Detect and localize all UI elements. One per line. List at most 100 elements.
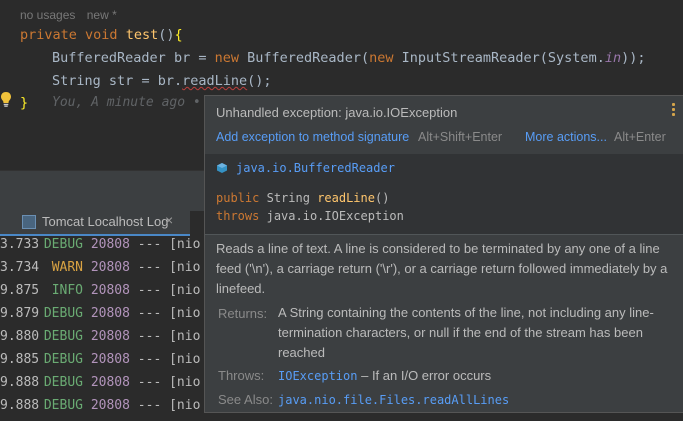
log-time: 9.885 xyxy=(0,352,40,367)
log-level: DEBUG xyxy=(43,329,83,344)
readalllines-link[interactable]: java.nio.file.Files.readAllLines xyxy=(278,393,509,407)
line-end: )); xyxy=(621,50,646,66)
log-time: 9.880 xyxy=(0,329,40,344)
see-also-label: See Also: xyxy=(218,392,273,407)
add-exception-action[interactable]: Add exception to method signature xyxy=(216,130,409,144)
more-options-icon[interactable] xyxy=(672,103,676,118)
returns-label: Returns: xyxy=(218,306,268,321)
see-also-entry: java.nio.file.Files.readAllLines xyxy=(278,390,670,410)
log-level: WARN xyxy=(51,260,83,275)
operator: = xyxy=(198,50,207,66)
tab-tomcat-localhost-log[interactable]: Tomcat Localhost Log × xyxy=(0,210,190,236)
error-highlight-readline[interactable]: readLine xyxy=(182,73,247,89)
log-level: DEBUG xyxy=(43,352,83,367)
log-pid: 20808 xyxy=(90,352,130,367)
log-pid: 20808 xyxy=(90,237,130,252)
log-row[interactable]: 9.885 DEBUG 20808 --- [nio xyxy=(0,352,200,375)
keyword-new: new xyxy=(214,50,240,66)
paren: ( xyxy=(360,50,370,66)
log-row[interactable]: 9.879 DEBUG 20808 --- [nio xyxy=(0,306,200,329)
log-level: DEBUG xyxy=(43,306,83,321)
log-row[interactable]: 9.880 DEBUG 20808 --- [nio xyxy=(0,329,200,352)
throws-label: Throws: xyxy=(218,368,265,383)
log-thread: --- [nio xyxy=(137,375,201,390)
method-name: test xyxy=(125,27,159,43)
sig-parens: () xyxy=(374,191,390,205)
more-actions-link[interactable]: More actions... xyxy=(525,130,607,144)
log-thread: --- [nio xyxy=(137,352,201,367)
log-time: 3.733 xyxy=(0,237,40,252)
divider xyxy=(205,234,683,235)
log-row[interactable]: 3.733 DEBUG 20808 --- [nio xyxy=(0,237,200,260)
keyword-void: void xyxy=(85,27,118,43)
log-time: 9.879 xyxy=(0,306,40,321)
quick-documentation-popup[interactable]: Unhandled exception: java.io.IOException… xyxy=(204,95,683,413)
usages-hint[interactable]: no usages xyxy=(20,8,75,22)
tab-label: Tomcat Localhost Log xyxy=(42,214,169,229)
throws-text: – If an I/O error occurs xyxy=(357,368,492,383)
sig-keyword: public xyxy=(216,191,260,205)
log-pid: 20808 xyxy=(90,306,130,321)
throws-type: java.io.IOException xyxy=(266,209,404,223)
shortcut-label: Alt+Enter xyxy=(614,130,666,144)
shortcut-label: Alt+Shift+Enter xyxy=(418,130,503,144)
log-thread: --- [nio xyxy=(137,306,201,321)
sig-method: readLine xyxy=(317,191,375,205)
log-time: 9.888 xyxy=(0,375,40,390)
log-time: 9.875 xyxy=(0,283,40,298)
class-cube-icon xyxy=(217,163,227,173)
code-line-1[interactable]: private void test(){ xyxy=(20,27,183,43)
error-title: Unhandled exception: java.io.IOException xyxy=(216,105,458,120)
log-pid: 20808 xyxy=(90,329,130,344)
log-pid: 20808 xyxy=(90,375,130,390)
log-row[interactable]: 9.888 DEBUG 20808 --- [nio xyxy=(0,398,200,421)
log-pid: 20808 xyxy=(90,260,130,275)
signature-section: java.io.BufferedReader public String rea… xyxy=(205,154,683,234)
sig-return-type: String xyxy=(266,191,310,205)
log-pid: 20808 xyxy=(90,283,130,298)
line-end: (); xyxy=(247,73,272,89)
throws-signature: throws java.io.IOException xyxy=(216,209,404,223)
log-level: DEBUG xyxy=(43,375,83,390)
method-parens: () xyxy=(158,27,175,43)
log-thread: --- [nio xyxy=(137,260,201,275)
variable-name: br xyxy=(173,50,191,66)
type-name: BufferedReader xyxy=(52,50,166,66)
operator: = xyxy=(141,73,150,89)
variable-name: str xyxy=(108,73,134,89)
static-field: in xyxy=(604,50,622,66)
constructor-name-2: InputStreamReader xyxy=(401,50,540,66)
code-line-2[interactable]: BufferedReader br = new BufferedReader(n… xyxy=(52,50,645,66)
system-ref: (System. xyxy=(539,50,605,66)
class-link[interactable]: java.io.BufferedReader xyxy=(236,161,395,175)
keyword-private: private xyxy=(20,27,77,43)
git-blame-hint: You, A minute ago • xyxy=(52,95,201,110)
throws-entry: IOException – If an I/O error occurs xyxy=(278,366,670,386)
receiver: br. xyxy=(157,73,183,89)
log-row[interactable]: 9.875 INFO 20808 --- [nio xyxy=(0,283,200,306)
log-thread: --- [nio xyxy=(137,237,201,252)
ioexception-link[interactable]: IOException xyxy=(278,369,357,383)
log-level: DEBUG xyxy=(43,237,83,252)
returns-text: A String containing the contents of the … xyxy=(278,305,654,360)
log-row[interactable]: 3.734 WARN 20808 --- [nio xyxy=(0,260,200,283)
author-hint[interactable]: new * xyxy=(87,8,117,22)
code-line-3[interactable]: String str = br.readLine(); xyxy=(52,73,272,89)
open-brace: { xyxy=(174,27,183,43)
throws-keyword: throws xyxy=(216,209,260,223)
close-icon[interactable]: × xyxy=(165,212,173,228)
log-level: INFO xyxy=(51,283,83,298)
log-thread: --- [nio xyxy=(137,283,201,298)
terminal-icon xyxy=(22,215,36,229)
method-signature: public String readLine() xyxy=(216,191,389,205)
keyword-new-2: new xyxy=(369,50,394,66)
code-vision-hints: no usages new * xyxy=(20,8,117,22)
close-brace: } xyxy=(20,95,29,111)
log-thread: --- [nio xyxy=(137,329,201,344)
log-time: 3.734 xyxy=(0,260,40,275)
constructor-name: BufferedReader xyxy=(247,50,361,66)
doc-description: Reads a line of text. A line is consider… xyxy=(216,241,668,296)
type-name: String xyxy=(52,73,101,89)
lightbulb-icon[interactable] xyxy=(0,91,12,107)
log-row[interactable]: 9.888 DEBUG 20808 --- [nio xyxy=(0,375,200,398)
